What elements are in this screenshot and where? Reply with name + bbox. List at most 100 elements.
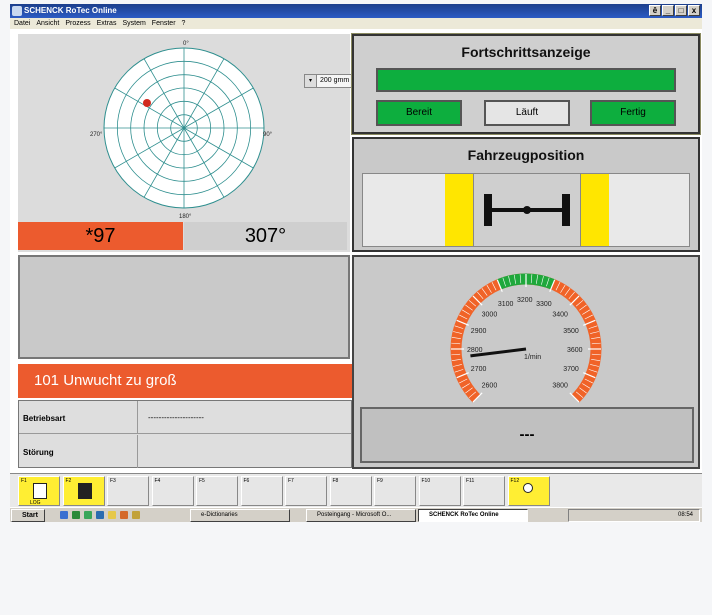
menu-help[interactable]: ? [182,18,186,29]
dropdown-arrow-icon[interactable]: ▾ [305,75,317,87]
gauge-tick-label: 2600 [482,382,498,389]
fkey-f2[interactable]: F2 [62,476,105,506]
progress-bar [376,68,676,92]
window-titlebar[interactable]: SCHENCK RoTec Online ê _ □ x [10,4,702,18]
quicklaunch-app-icon[interactable] [72,511,80,519]
gauge-tick-label: 3000 [482,312,498,319]
fkey-f3[interactable]: F3 [107,476,149,506]
info-label: Betriebsart [23,414,66,423]
fkey-label: F8 [332,478,339,484]
quicklaunch-tool-icon[interactable] [120,511,128,519]
error-message: 101 Unwucht zu groß [18,364,352,398]
window-controls: ê _ □ x [649,5,700,17]
taskbar: Start e-Dictionaries Posteingang - Micro… [10,507,702,522]
info-row-betriebsart: Betriebsart --------------------- [19,401,351,434]
quicklaunch-misc-icon[interactable] [132,511,140,519]
angle-label-right: 90° [263,132,273,138]
gauge-tick-labels: 2600 2700 2800 2900 30003100320033003400 3500… [467,297,583,389]
status-done-button[interactable]: Fertig [590,100,676,126]
position-marker-right [581,174,609,246]
fkey-f12[interactable]: F12 [507,476,550,506]
fkey-f11[interactable]: F11 [463,476,505,506]
status-running-button[interactable]: Läuft [484,100,570,126]
gauge-tick-label: 3700 [563,366,579,373]
menu-ansicht[interactable]: Ansicht [36,18,59,29]
app-icon [12,6,22,16]
gauge-tick-label: 3400 [552,312,568,319]
menu-prozess[interactable]: Prozess [65,18,90,29]
gauge-tick-label: 3600 [567,347,583,354]
rpm-readout: --- [360,407,694,463]
gauge-tick-label: 2900 [471,328,487,335]
maximize-button[interactable]: □ [675,5,687,16]
unbalance-amount: *97 [18,222,183,250]
info-row-stoerung: Störung [19,435,351,468]
polar-grid [103,47,265,209]
gauge-tick-label: 3200 [517,297,533,304]
gauge-unit: 1/min [524,354,541,361]
function-key-bar: F1 LOG F2 F3 F4 F5 F6 F7 F8 F9 F10 F11 F12 [10,473,702,507]
gauge-tick-label: 2800 [467,347,483,354]
help-button[interactable]: ê [649,5,661,16]
angle-label-left: 270° [90,132,103,138]
quicklaunch-word-icon[interactable] [96,511,104,519]
clock: 08:54 [677,512,693,518]
fkey-label: F11 [466,478,475,484]
fkey-label: F9 [377,478,383,484]
position-marker-left [445,174,473,246]
gauge-tick-label: 3300 [536,301,552,308]
quicklaunch-excel-icon[interactable] [84,511,92,519]
fkey-label: F12 [510,478,520,484]
quicklaunch-folder-icon[interactable] [108,511,116,519]
axle-icon [484,194,570,226]
rpm-gauge: 2600 2700 2800 2900 30003100320033003400 3500… [450,273,602,403]
menu-bar: Datei Ansicht Prozess Extras System Fens… [10,18,702,29]
fkey-label: F5 [199,478,205,484]
vehicle-position-title: Fahrzeugposition [467,147,585,163]
fkey-f9[interactable]: F9 [374,476,416,506]
fkey-sublabel: LOG [30,500,41,506]
system-tray: 08:54 [568,509,700,522]
fkey-f10[interactable]: F10 [418,476,461,506]
angle-label-bottom: 180° [179,214,192,220]
log-document-icon [33,483,47,499]
fkey-f1[interactable]: F1 LOG [18,476,60,506]
vehicle-position-panel: Fahrzeugposition [352,137,700,252]
fkey-f6[interactable]: F6 [240,476,283,506]
magnifier-document-icon [522,483,533,493]
gauge-tick-label: 3100 [498,301,514,308]
unbalance-marker [143,99,151,107]
menu-extras[interactable]: Extras [97,18,117,29]
window-title: SCHENCK RoTec Online [24,6,117,15]
taskbar-item-schenck[interactable]: SCHENCK RoTec Online [418,509,528,522]
vehicle-lane [362,173,690,247]
status-ready-button[interactable]: Bereit [376,100,462,126]
progress-title: Fortschrittsanzeige [461,44,591,60]
status-info-table: Betriebsart --------------------- Störun… [18,400,352,468]
info-value [137,435,148,468]
fkey-label: F1 [21,478,27,484]
minimize-button[interactable]: _ [662,5,674,16]
fkey-f7[interactable]: F7 [285,476,327,506]
taskbar-item-outlook[interactable]: Posteingang - Microsoft O... [306,509,416,522]
menu-fenster[interactable]: Fenster [152,18,176,29]
angle-label-top: 0° [183,41,189,47]
unbalance-angle: 307° [184,222,347,250]
fkey-f4[interactable]: F4 [151,476,194,506]
quicklaunch-ie-icon[interactable] [60,511,68,519]
rpm-gauge-panel: 2600 2700 2800 2900 3000 3100 3200 3300 3400 3500… [352,255,700,469]
floppy-save-icon [77,483,92,499]
start-button[interactable]: Start [11,509,45,522]
menu-datei[interactable]: Datei [14,18,30,29]
polar-diagram-panel: 0° 90° 180° 270° ▾ 200 gmm [18,34,364,252]
fkey-label: F6 [243,478,250,484]
fkey-f8[interactable]: F8 [329,476,372,506]
fkey-label: F10 [421,478,431,484]
taskbar-item-dictionaries[interactable]: e-Dictionaries [190,509,290,522]
fkey-label: F7 [288,478,294,484]
close-button[interactable]: x [688,5,700,16]
fkey-f5[interactable]: F5 [196,476,238,506]
gauge-tick-label: 3500 [563,328,579,335]
menu-system[interactable]: System [122,18,145,29]
blank-panel [18,255,350,359]
